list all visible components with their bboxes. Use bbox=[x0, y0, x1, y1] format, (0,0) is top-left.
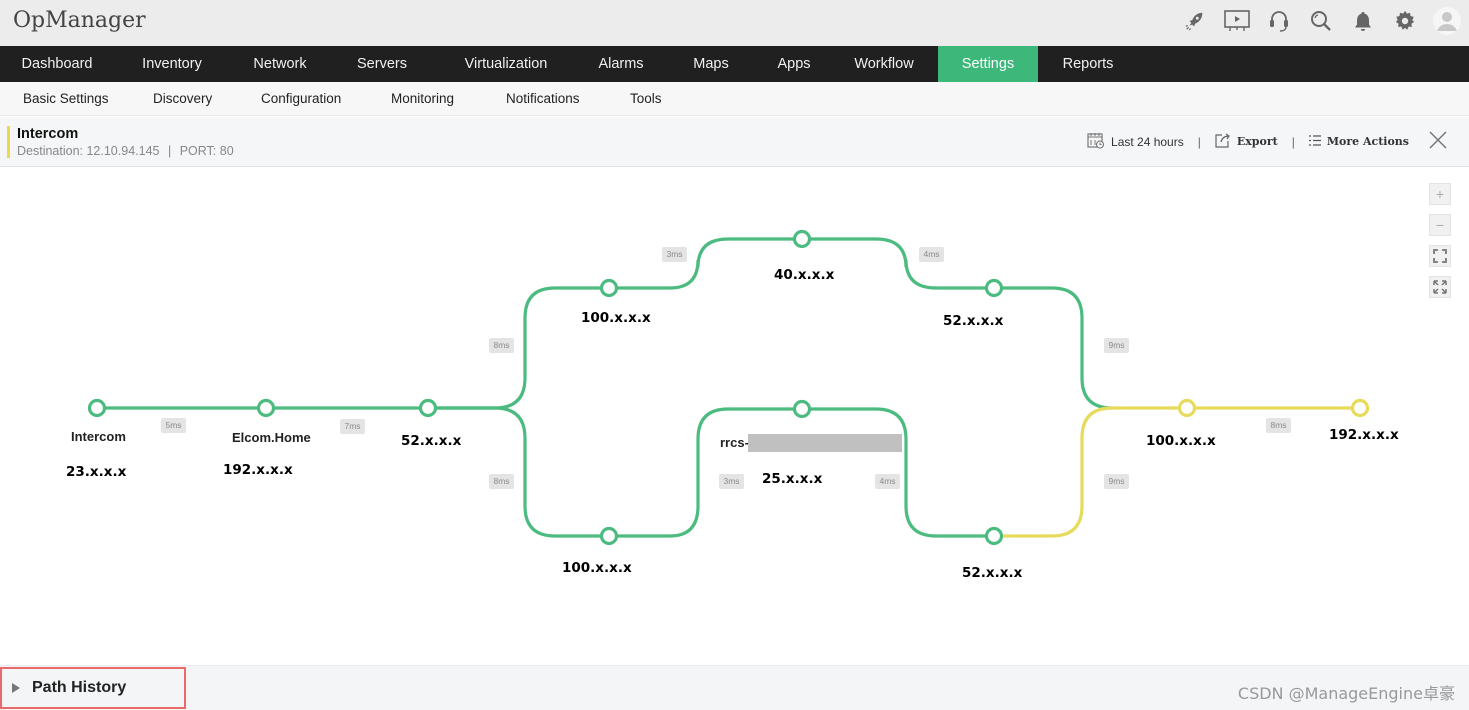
latency-badge: 4ms bbox=[875, 474, 900, 489]
time-range-label: Last 24 hours bbox=[1111, 134, 1184, 149]
status-accent-bar bbox=[7, 126, 10, 158]
latency-badge: 9ms bbox=[1104, 338, 1129, 353]
latency-badge: 5ms bbox=[161, 418, 186, 433]
subnav-discovery[interactable]: Discovery bbox=[153, 91, 212, 106]
port-label: PORT: 80 bbox=[179, 144, 234, 158]
bell-icon[interactable] bbox=[1349, 7, 1377, 35]
watermark: CSDN @ManageEngine卓豪 bbox=[1237, 684, 1455, 703]
top-bar: OpManager bbox=[0, 0, 1469, 46]
node-ip: 52.x.x.x bbox=[962, 565, 1023, 581]
hop-node[interactable] bbox=[792, 399, 812, 419]
path-link bbox=[994, 406, 1360, 538]
redacted-hostname bbox=[748, 434, 902, 452]
page-title: Intercom bbox=[17, 126, 79, 142]
latency-badge: 4ms bbox=[919, 247, 944, 262]
path-link bbox=[428, 406, 994, 538]
export-icon bbox=[1215, 133, 1231, 151]
divider: | bbox=[1197, 134, 1201, 149]
nav-dashboard[interactable]: Dashboard bbox=[0, 46, 114, 82]
nav-inventory[interactable]: Inventory bbox=[114, 46, 230, 82]
nav-virtualization[interactable]: Virtualization bbox=[434, 46, 578, 82]
subnav-notifications[interactable]: Notifications bbox=[506, 91, 580, 106]
export-label: Export bbox=[1236, 135, 1278, 148]
path-graph: 5ms 7ms 8ms 3ms 4ms 9ms 8ms 3ms 4ms 9ms … bbox=[0, 167, 1469, 665]
latency-badge: 8ms bbox=[489, 474, 514, 489]
node-ip: 192.x.x.x bbox=[223, 462, 293, 478]
hop-node[interactable] bbox=[599, 278, 619, 298]
node-name: Intercom bbox=[71, 429, 126, 444]
nav-workflow[interactable]: Workflow bbox=[830, 46, 938, 82]
path-graph-svg bbox=[87, 229, 1370, 546]
hop-node[interactable] bbox=[1350, 398, 1370, 418]
nav-alarms[interactable]: Alarms bbox=[578, 46, 664, 82]
node-name: Elcom.Home bbox=[232, 430, 311, 445]
divider: | bbox=[1291, 134, 1295, 149]
subnav-tools[interactable]: Tools bbox=[630, 91, 662, 106]
path-header: Intercom Destination: 12.10.94.145 | POR… bbox=[0, 117, 1469, 167]
more-actions-button[interactable]: More Actions bbox=[1308, 134, 1409, 149]
nav-network[interactable]: Network bbox=[230, 46, 330, 82]
hop-node[interactable] bbox=[984, 526, 1004, 546]
destination-info: Destination: 12.10.94.145 | PORT: 80 bbox=[17, 144, 234, 158]
calendar-icon bbox=[1087, 132, 1105, 152]
nav-apps[interactable]: Apps bbox=[758, 46, 830, 82]
node-ip: 192.x.x.x bbox=[1329, 427, 1399, 443]
hop-node[interactable] bbox=[87, 398, 107, 418]
hop-node[interactable] bbox=[256, 398, 276, 418]
latency-badge: 7ms bbox=[340, 419, 365, 434]
node-ip: 52.x.x.x bbox=[401, 433, 462, 449]
top-icons bbox=[1181, 7, 1461, 35]
path-history-toggle[interactable]: Path History bbox=[0, 667, 186, 709]
subnav-basic-settings[interactable]: Basic Settings bbox=[23, 91, 109, 106]
node-ip: 23.x.x.x bbox=[66, 464, 127, 480]
path-history-label: Path History bbox=[32, 679, 127, 696]
hop-node[interactable] bbox=[984, 278, 1004, 298]
node-ip: 100.x.x.x bbox=[581, 310, 651, 326]
user-avatar-icon[interactable] bbox=[1433, 7, 1461, 35]
export-button[interactable]: Export bbox=[1215, 133, 1278, 151]
destination-label: Destination: 12.10.94.145 bbox=[17, 144, 160, 158]
node-name: rrcs- bbox=[720, 435, 749, 450]
node-ip: 100.x.x.x bbox=[562, 560, 632, 576]
node-ip: 100.x.x.x bbox=[1146, 433, 1216, 449]
close-icon[interactable] bbox=[1429, 131, 1447, 152]
footer: Path History CSDN @ManageEngine卓豪 bbox=[0, 665, 1469, 710]
rocket-icon[interactable] bbox=[1181, 7, 1209, 35]
main-nav: Dashboard Inventory Network Servers Virt… bbox=[0, 46, 1469, 82]
nav-maps[interactable]: Maps bbox=[664, 46, 758, 82]
path-link bbox=[428, 237, 1113, 410]
list-icon bbox=[1308, 134, 1321, 149]
nav-reports[interactable]: Reports bbox=[1038, 46, 1138, 82]
header-actions: Last 24 hours | Export | More Actions bbox=[1087, 131, 1447, 152]
gear-icon[interactable] bbox=[1391, 7, 1419, 35]
time-range-button[interactable]: Last 24 hours bbox=[1087, 132, 1184, 152]
more-actions-label: More Actions bbox=[1326, 135, 1409, 148]
presentation-icon[interactable] bbox=[1223, 7, 1251, 35]
latency-badge: 9ms bbox=[1104, 474, 1129, 489]
app-logo: OpManager bbox=[13, 8, 146, 33]
hop-node[interactable] bbox=[1177, 398, 1197, 418]
separator: | bbox=[167, 144, 172, 158]
node-ip: 52.x.x.x bbox=[943, 313, 1004, 329]
nav-settings[interactable]: Settings bbox=[938, 46, 1038, 82]
hop-node[interactable] bbox=[792, 229, 812, 249]
expand-triangle-icon bbox=[12, 683, 20, 693]
subnav-monitoring[interactable]: Monitoring bbox=[391, 91, 454, 106]
sub-nav: Basic Settings Discovery Configuration M… bbox=[0, 82, 1469, 116]
hop-node[interactable] bbox=[418, 398, 438, 418]
search-icon[interactable] bbox=[1307, 7, 1335, 35]
latency-badge: 3ms bbox=[719, 474, 744, 489]
latency-badge: 3ms bbox=[662, 247, 687, 262]
latency-badge: 8ms bbox=[1266, 418, 1291, 433]
nav-servers[interactable]: Servers bbox=[330, 46, 434, 82]
subnav-configuration[interactable]: Configuration bbox=[261, 91, 341, 106]
node-ip: 25.x.x.x bbox=[762, 471, 823, 487]
node-ip: 40.x.x.x bbox=[774, 267, 835, 283]
latency-badge: 8ms bbox=[489, 338, 514, 353]
hop-node[interactable] bbox=[599, 526, 619, 546]
headset-icon[interactable] bbox=[1265, 7, 1293, 35]
